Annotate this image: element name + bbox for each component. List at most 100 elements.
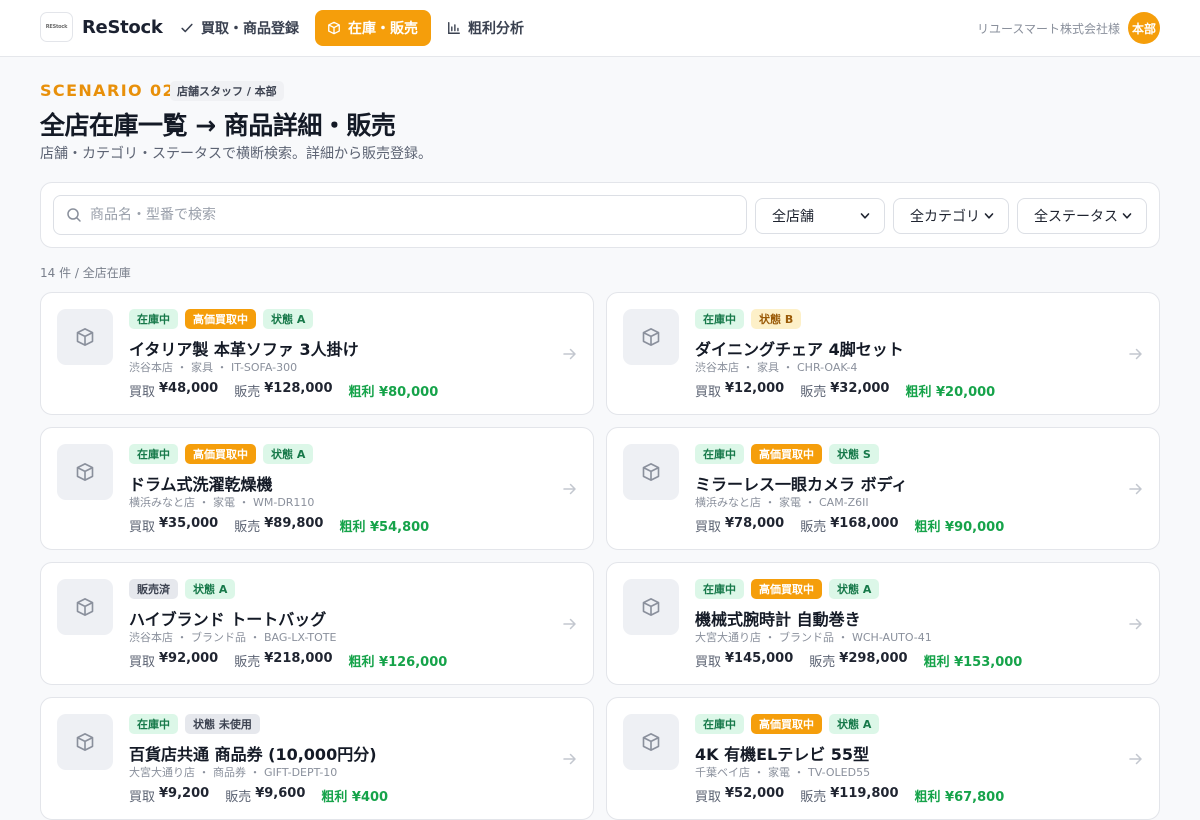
chevron-down-icon bbox=[1122, 213, 1132, 219]
price-row: 買取 ¥78,000 販売 ¥168,000 粗利 ¥90,000 bbox=[695, 516, 1004, 535]
product-card[interactable]: 在庫中 高価買取中 状態 A ドラム式洗濯乾燥機 横浜みなと店 ・ 家電 ・ WM-DR… bbox=[40, 427, 594, 550]
sell-label: 販売 bbox=[234, 385, 261, 400]
sell-price: ¥9,600 bbox=[255, 786, 306, 801]
status-badge: 在庫中 bbox=[129, 714, 178, 734]
product-name: イタリア製 本革ソファ 3人掛け bbox=[129, 340, 359, 359]
search-box[interactable] bbox=[53, 195, 747, 235]
status-badge: 状態 A bbox=[263, 309, 314, 329]
sell-price: ¥89,800 bbox=[264, 516, 324, 531]
box-icon bbox=[642, 733, 660, 751]
brand-name[interactable]: ReStock bbox=[82, 17, 163, 38]
product-name: ダイニングチェア 4脚セット bbox=[695, 340, 904, 359]
status-badge: 高価買取中 bbox=[751, 579, 822, 599]
product-meta: 横浜みなと店 ・ 家電 ・ CAM-Z6II bbox=[695, 496, 869, 509]
page-subtitle: 店舗・カテゴリ・ステータスで横断検索。詳細から販売登録。 bbox=[40, 146, 432, 162]
nav-purchase-registration[interactable]: 買取・商品登録 bbox=[170, 10, 309, 46]
buy-price: ¥35,000 bbox=[159, 516, 219, 531]
status-badge: 在庫中 bbox=[695, 714, 744, 734]
avatar[interactable]: 本部 bbox=[1128, 12, 1160, 44]
store-select-value: 全店舗 bbox=[772, 209, 814, 225]
category-select[interactable]: 全カテゴリ bbox=[893, 198, 1009, 234]
search-input[interactable] bbox=[90, 196, 730, 234]
product-name: 機械式腕時計 自動巻き bbox=[695, 610, 861, 629]
bar-chart-icon bbox=[448, 22, 460, 34]
product-meta: 渋谷本店 ・ ブランド品 ・ BAG-LX-TOTE bbox=[129, 631, 337, 644]
gross-profit: 粗利 ¥400 bbox=[321, 790, 389, 805]
gross-profit: 粗利 ¥20,000 bbox=[905, 385, 996, 400]
status-badge: 販売済 bbox=[129, 579, 178, 599]
product-thumbnail bbox=[57, 444, 113, 500]
badge-row: 在庫中 高価買取中 状態 A bbox=[129, 309, 314, 329]
product-card[interactable]: 在庫中 状態 未使用 百貨店共通 商品券 (10,000円分) 大宮大通り店 ・ 商品… bbox=[40, 697, 594, 820]
box-icon bbox=[642, 463, 660, 481]
price-row: 買取 ¥9,200 販売 ¥9,600 粗利 ¥400 bbox=[129, 786, 388, 805]
buy-label: 買取 bbox=[129, 655, 156, 670]
scenario-label: SCENARIO 02 bbox=[40, 81, 176, 100]
product-card[interactable]: 販売済 状態 A ハイブランド トートバッグ 渋谷本店 ・ ブランド品 ・ BAG-L… bbox=[40, 562, 594, 685]
arrow-right-icon[interactable] bbox=[563, 483, 577, 495]
arrow-right-icon[interactable] bbox=[563, 348, 577, 360]
sell-label: 販売 bbox=[234, 520, 261, 535]
buy-label: 買取 bbox=[695, 655, 722, 670]
box-icon bbox=[76, 598, 94, 616]
arrow-right-icon[interactable] bbox=[1129, 753, 1143, 765]
product-thumbnail bbox=[57, 309, 113, 365]
badge-row: 在庫中 高価買取中 状態 A bbox=[695, 714, 880, 734]
status-badge: 在庫中 bbox=[695, 444, 744, 464]
gross-profit: 粗利 ¥67,800 bbox=[914, 790, 1005, 805]
product-card[interactable]: 在庫中 高価買取中 状態 A イタリア製 本革ソファ 3人掛け 渋谷本店 ・ 家具 ・ … bbox=[40, 292, 594, 415]
buy-label: 買取 bbox=[129, 790, 156, 805]
box-icon bbox=[76, 733, 94, 751]
product-name: 4K 有機ELテレビ 55型 bbox=[695, 745, 870, 764]
arrow-right-icon[interactable] bbox=[1129, 618, 1143, 630]
company-name: リユースマート株式会社様 bbox=[976, 22, 1120, 36]
buy-label: 買取 bbox=[129, 520, 156, 535]
badge-row: 在庫中 高価買取中 状態 A bbox=[129, 444, 314, 464]
status-badge: 状態 未使用 bbox=[185, 714, 260, 734]
box-icon bbox=[642, 328, 660, 346]
status-badge: 高価買取中 bbox=[751, 444, 822, 464]
sell-label: 販売 bbox=[800, 520, 827, 535]
status-select[interactable]: 全ステータス bbox=[1017, 198, 1147, 234]
buy-label: 買取 bbox=[695, 790, 722, 805]
buy-label: 買取 bbox=[695, 385, 722, 400]
status-badge: 高価買取中 bbox=[185, 444, 256, 464]
product-card[interactable]: 在庫中 高価買取中 状態 S ミラーレス一眼カメラ ボディ横浜みなと店 ・ 家電 ・ … bbox=[606, 427, 1160, 550]
product-card[interactable]: 在庫中 高価買取中 状態 A 機械式腕時計 自動巻き 大宮大通り店 ・ ブランド品 ・ … bbox=[606, 562, 1160, 685]
nav-gross-profit-analysis[interactable]: 粗利分析 bbox=[437, 10, 534, 46]
store-select[interactable]: 全店舗 bbox=[755, 198, 885, 234]
nav-inventory-sales[interactable]: 在庫・販売 bbox=[315, 10, 431, 46]
logo[interactable]: REStock bbox=[40, 12, 73, 42]
status-badge: 状態 S bbox=[829, 444, 879, 464]
product-card[interactable]: 在庫中 高価買取中 状態 A 4K 有機ELテレビ 55型千葉ベイ店 ・ 家電 ・ T… bbox=[606, 697, 1160, 820]
product-name: ミラーレス一眼カメラ ボディ bbox=[695, 475, 908, 494]
status-badge: 状態 A bbox=[829, 714, 880, 734]
arrow-right-icon[interactable] bbox=[1129, 483, 1143, 495]
product-meta: 渋谷本店 ・ 家具 ・ CHR-OAK-4 bbox=[695, 361, 858, 374]
badge-row: 在庫中 状態 B bbox=[695, 309, 802, 329]
product-card[interactable]: 在庫中 状態 B ダイニングチェア 4脚セット渋谷本店 ・ 家具 ・ CHR-OAK… bbox=[606, 292, 1160, 415]
price-row: 買取 ¥12,000 販売 ¥32,000 粗利 ¥20,000 bbox=[695, 381, 995, 400]
sell-price: ¥128,000 bbox=[264, 381, 333, 396]
buy-label: 買取 bbox=[129, 385, 156, 400]
box-icon bbox=[642, 598, 660, 616]
buy-price: ¥52,000 bbox=[725, 786, 785, 801]
arrow-right-icon[interactable] bbox=[1129, 348, 1143, 360]
arrow-right-icon[interactable] bbox=[563, 753, 577, 765]
nav-label: 粗利分析 bbox=[468, 21, 524, 37]
logo-text: REStock bbox=[45, 24, 68, 30]
buy-price: ¥78,000 bbox=[725, 516, 785, 531]
product-meta: 千葉ベイ店 ・ 家電 ・ TV-OLED55 bbox=[695, 766, 871, 779]
check-icon bbox=[181, 23, 193, 33]
sell-price: ¥298,000 bbox=[839, 651, 908, 666]
chevron-down-icon bbox=[984, 213, 994, 219]
badge-row: 在庫中 高価買取中 状態 A bbox=[695, 579, 880, 599]
chevron-down-icon bbox=[860, 213, 870, 219]
price-row: 買取 ¥145,000 販売 ¥298,000 粗利 ¥153,000 bbox=[695, 651, 1022, 670]
arrow-right-icon[interactable] bbox=[563, 618, 577, 630]
buy-price: ¥12,000 bbox=[725, 381, 785, 396]
box-icon bbox=[328, 21, 340, 35]
product-meta: 大宮大通り店 ・ 商品券 ・ GIFT-DEPT-10 bbox=[129, 766, 338, 779]
product-name: ハイブランド トートバッグ bbox=[129, 610, 327, 629]
sell-label: 販売 bbox=[225, 790, 252, 805]
